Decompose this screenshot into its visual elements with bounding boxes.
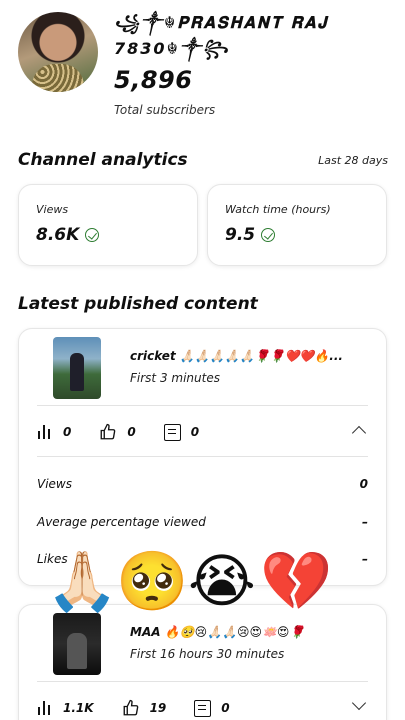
- views-value: 8.6K: [36, 225, 80, 245]
- detail-value: –: [362, 515, 368, 529]
- views-stat: 0: [37, 425, 71, 439]
- comments-count: 0: [190, 425, 200, 439]
- likes-count: 19: [149, 701, 167, 715]
- bar-chart-icon: [37, 425, 53, 439]
- thumbs-up-icon: [123, 699, 138, 716]
- watch-time-label: Watch time (hours): [225, 203, 331, 216]
- latest-content-title: Latest published content: [18, 294, 258, 314]
- detail-value: 0: [359, 477, 368, 491]
- detail-row: Average percentage viewed –: [37, 515, 368, 529]
- video-stats-row: 1.1K 19 0: [37, 695, 368, 720]
- views-card[interactable]: Views 8.6K: [18, 184, 198, 266]
- comments-count: 0: [221, 701, 230, 715]
- likes-stat: 0: [99, 423, 136, 441]
- emoji-sticker-overlay: 🙏🏻 🥺 😭 💔: [46, 546, 346, 616]
- likes-stat: 19: [122, 699, 167, 717]
- divider: [37, 456, 368, 457]
- broken-heart-emoji: 💔: [260, 547, 333, 615]
- check-circle-icon: [261, 228, 276, 242]
- video-title[interactable]: cricket 🙏🏻🙏🏻🙏🏻🙏🏻🙏🏻🌹🌹❤️❤️🔥...: [130, 349, 370, 363]
- detail-value: –: [362, 552, 368, 566]
- detail-row: Views 0: [37, 477, 368, 491]
- watch-time-value: 9.5: [225, 225, 256, 245]
- bar-chart-icon: [37, 701, 53, 715]
- folded-hands-emoji: 🙏🏻: [46, 547, 119, 615]
- video-subtitle: First 16 hours 30 minutes: [130, 647, 285, 661]
- views-label: Views: [36, 203, 69, 216]
- channel-analytics-title: Channel analytics: [18, 150, 188, 170]
- views-count: 1.1K: [63, 701, 94, 715]
- detail-label: Average percentage viewed: [37, 515, 206, 529]
- comments-stat: 0: [194, 699, 230, 717]
- video-title[interactable]: MAA 🔥🥺😢🙏🏻🙏🏻😢😍🪷😍🌹: [130, 625, 370, 639]
- comment-icon: [194, 699, 212, 717]
- views-stat: 1.1K: [37, 701, 94, 715]
- subscriber-count: 5,896: [114, 66, 193, 94]
- video-stats-row: 0 0 0: [37, 420, 368, 444]
- watch-time-value-row: 9.5: [225, 225, 276, 245]
- video-card[interactable]: MAA 🔥🥺😢🙏🏻🙏🏻😢😍🪷😍🌹 First 16 hours 30 minut…: [18, 604, 387, 720]
- comment-icon: [163, 423, 181, 441]
- video-thumbnail[interactable]: [53, 613, 101, 675]
- divider: [37, 681, 368, 682]
- channel-header: ꧁༒☬𝐏𝐑𝐀𝐒𝐇𝐀𝐍𝐓 𝐑𝐀𝐉 7830☬༒꧂ 5,896 Total subs…: [0, 0, 405, 130]
- thumbs-up-icon: [100, 423, 116, 440]
- watch-time-card[interactable]: Watch time (hours) 9.5: [207, 184, 387, 266]
- likes-count: 0: [127, 425, 136, 439]
- views-value-row: 8.6K: [36, 225, 100, 245]
- pleading-face-emoji: 🥺: [116, 547, 189, 615]
- crying-face-emoji: 😭: [188, 547, 256, 615]
- comments-stat: 0: [163, 423, 200, 441]
- period-label: Last 28 days: [318, 154, 388, 167]
- views-count: 0: [63, 425, 72, 439]
- divider: [37, 405, 368, 406]
- subscriber-label: Total subscribers: [114, 103, 216, 117]
- chevron-down-icon[interactable]: [351, 695, 367, 711]
- chevron-up-icon[interactable]: [351, 425, 367, 441]
- check-circle-icon: [85, 228, 100, 242]
- channel-avatar[interactable]: [18, 12, 98, 92]
- video-thumbnail[interactable]: [53, 337, 101, 399]
- detail-label: Views: [37, 477, 72, 491]
- channel-name: ꧁༒☬𝐏𝐑𝐀𝐒𝐇𝐀𝐍𝐓 𝐑𝐀𝐉 7830☬༒꧂: [114, 13, 329, 58]
- video-subtitle: First 3 minutes: [130, 371, 220, 385]
